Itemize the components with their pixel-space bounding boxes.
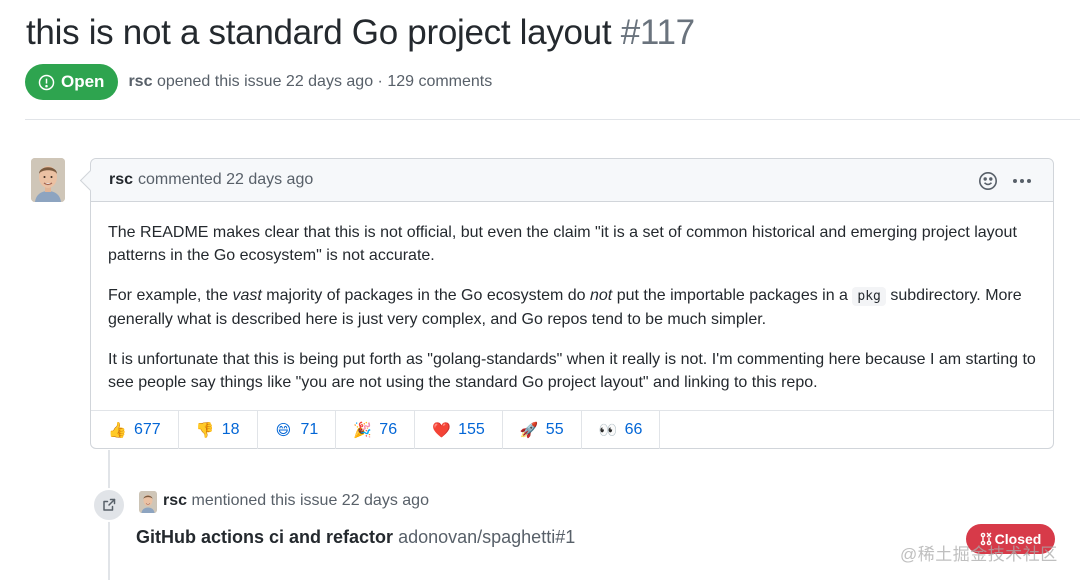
issue-opened-icon bbox=[38, 74, 55, 91]
reaction-rocket-button[interactable]: 🚀 55 bbox=[503, 411, 582, 449]
reaction-hooray-button[interactable]: 🎉 76 bbox=[336, 411, 416, 449]
reaction-heart-button[interactable]: ❤️ 155 bbox=[415, 411, 503, 449]
issue-title: this is not a standard Go project layout… bbox=[26, 13, 695, 53]
issue-meta: Open rsc opened this issue 22 days ago ·… bbox=[25, 64, 492, 100]
referenced-issue: GitHub actions ci and refactor adonovan/… bbox=[136, 527, 575, 548]
reaction-count: 76 bbox=[379, 421, 398, 438]
mention-author-link[interactable]: rsc bbox=[163, 492, 187, 509]
reactions-bar: 👍 677 👎 18 😄 71 🎉 76 ❤️ 155 🚀 55 👀 66 bbox=[91, 410, 1053, 449]
comment-author-link[interactable]: rsc bbox=[109, 171, 133, 189]
issue-meta-detail: opened this issue 22 days ago · 129 comm… bbox=[156, 73, 493, 90]
referenced-issue-title[interactable]: GitHub actions ci and refactor bbox=[136, 527, 393, 547]
laugh-icon: 😄 bbox=[275, 422, 292, 439]
issue-state-label: Open bbox=[61, 72, 105, 91]
reaction-count: 66 bbox=[624, 421, 643, 438]
cross-reference-icon bbox=[92, 488, 126, 522]
issue-number: #117 bbox=[620, 13, 695, 52]
reaction-count: 18 bbox=[221, 421, 240, 438]
mention-text: mentioned this issue 22 days ago bbox=[191, 492, 429, 509]
watermark: @稀土掘金技术社区 bbox=[900, 545, 1058, 564]
reaction-count: 155 bbox=[458, 421, 485, 438]
comment-timestamp[interactable]: commented 22 days ago bbox=[138, 171, 313, 189]
hooray-icon: 🎉 bbox=[353, 422, 372, 439]
issue-state-badge: Open bbox=[25, 64, 119, 100]
kebab-horizontal-icon[interactable] bbox=[1011, 170, 1033, 192]
comment-header-actions bbox=[977, 159, 1033, 202]
comment-header: rsc commented 22 days ago bbox=[91, 159, 1053, 202]
reaction-eyes-button[interactable]: 👀 66 bbox=[582, 411, 661, 449]
comment-box: rsc commented 22 days ago The README mak… bbox=[90, 158, 1054, 449]
avatar[interactable] bbox=[139, 491, 157, 513]
inline-code: pkg bbox=[852, 287, 886, 306]
smiley-icon[interactable] bbox=[977, 170, 999, 192]
avatar[interactable] bbox=[31, 158, 65, 202]
reaction-laugh-button[interactable]: 😄 71 bbox=[258, 411, 337, 449]
reaction-count: 55 bbox=[545, 421, 564, 438]
heart-icon: ❤️ bbox=[432, 422, 451, 439]
rocket-icon: 🚀 bbox=[519, 422, 539, 439]
comment-paragraph: It is unfortunate that this is being put… bbox=[108, 351, 1036, 391]
reaction-count: 677 bbox=[134, 421, 161, 438]
mention-event: rsc mentioned this issue 22 days ago bbox=[163, 492, 429, 510]
eyes-icon: 👀 bbox=[598, 422, 618, 439]
reaction-count: 71 bbox=[300, 421, 319, 438]
comment-paragraph: For example, the vast majority of packag… bbox=[108, 287, 1022, 328]
comment-paragraph: The README makes clear that this is not … bbox=[108, 224, 1017, 264]
thumbs-down-icon: 👎 bbox=[195, 422, 215, 439]
issue-author-link[interactable]: rsc bbox=[128, 73, 152, 90]
reaction-thumbs-down-button[interactable]: 👎 18 bbox=[179, 411, 258, 449]
issue-meta-text: rsc opened this issue 22 days ago · 129 … bbox=[128, 73, 492, 91]
comment-body: The README makes clear that this is not … bbox=[91, 202, 1053, 394]
reaction-thumbs-up-button[interactable]: 👍 677 bbox=[91, 411, 179, 449]
referenced-issue-repo[interactable]: adonovan/spaghetti#1 bbox=[398, 527, 575, 547]
header-divider bbox=[25, 119, 1080, 120]
issue-title-text: this is not a standard Go project layout bbox=[26, 13, 612, 52]
thumbs-up-icon: 👍 bbox=[108, 422, 127, 439]
